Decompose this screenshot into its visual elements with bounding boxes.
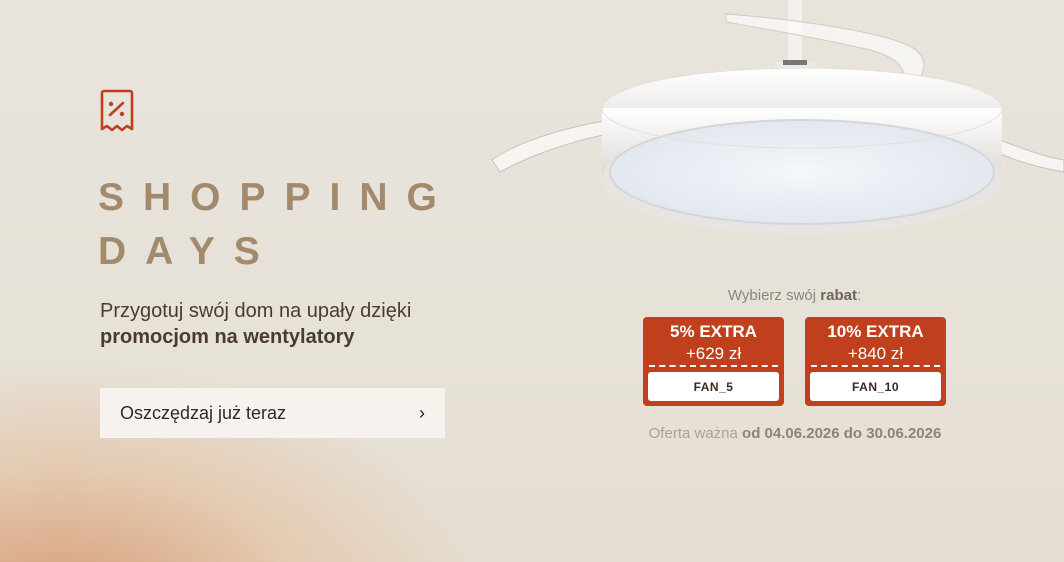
receipt-percent-icon xyxy=(100,89,134,132)
title-line-2: DAYS xyxy=(98,230,279,273)
subtitle-line-2: promocjom na wentylatory xyxy=(100,326,355,348)
chevron-right-icon: › xyxy=(419,402,425,423)
subtitle: Przygotuj swój dom na upały dzięki promo… xyxy=(100,298,411,350)
save-now-label: Oszczędzaj już teraz xyxy=(120,402,287,423)
coupon-divider xyxy=(811,365,940,367)
choose-suffix: : xyxy=(856,287,862,304)
coupon-amount: +840 zł xyxy=(847,344,904,363)
coupon-amount: +629 zł xyxy=(685,344,742,363)
promo-banner: SHOPPING DAYS Przygotuj swój dom na upał… xyxy=(0,0,1064,562)
coupon-code[interactable]: FAN_10 xyxy=(810,372,941,401)
validity-dates: od 04.06.2026 do 30.06.2026 xyxy=(742,425,942,442)
offer-validity: Oferta ważna od 04.06.2026 do 30.06.2026 xyxy=(610,425,980,442)
save-now-button[interactable]: Oszczędzaj już teraz › xyxy=(100,388,445,438)
choose-discount-text: Wybierz swój rabat: xyxy=(643,287,946,304)
coupon-title: 5% EXTRA xyxy=(670,322,757,341)
coupon-10[interactable]: 10% EXTRA +840 zł FAN_10 xyxy=(805,317,946,406)
title-line-1: SHOPPING xyxy=(98,176,456,219)
validity-prefix: Oferta ważna xyxy=(648,425,743,442)
coupon-code[interactable]: FAN_5 xyxy=(648,372,779,401)
choose-bold: rabat xyxy=(820,287,857,304)
coupon-5[interactable]: 5% EXTRA +629 zł FAN_5 xyxy=(643,317,784,406)
choose-prefix: Wybierz swój xyxy=(727,287,821,304)
coupon-divider xyxy=(649,365,778,367)
ceiling-fan-image xyxy=(491,0,1064,234)
subtitle-line-1: Przygotuj swój dom na upały dzięki xyxy=(100,300,412,322)
coupon-title: 10% EXTRA xyxy=(827,322,924,341)
